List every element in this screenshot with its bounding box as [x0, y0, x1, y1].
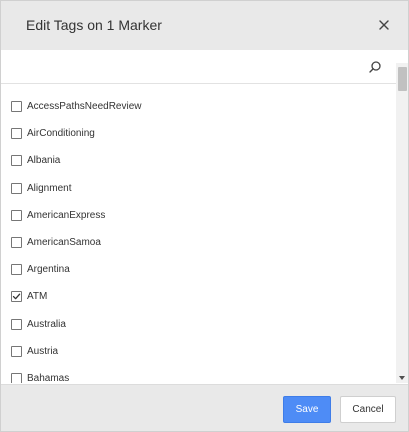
tag-list-item[interactable]: Australia: [1, 311, 395, 338]
edit-tags-dialog: Edit Tags on 1 Marker AccessPathsNeedRev…: [0, 0, 409, 432]
tag-checkbox[interactable]: [11, 101, 22, 113]
dialog-header: Edit Tags on 1 Marker: [1, 1, 408, 50]
tag-label: Alignment: [27, 182, 72, 194]
close-icon: [379, 20, 389, 30]
tag-label: AmericanExpress: [27, 209, 106, 221]
tag-label: ATM: [27, 291, 48, 303]
search-bar: [1, 50, 408, 84]
tag-label: Australia: [27, 318, 66, 330]
dialog-footer: Save Cancel: [1, 384, 408, 431]
tag-list-item[interactable]: AccessPathsNeedReview: [1, 93, 395, 120]
tag-label: AirConditioning: [27, 128, 95, 140]
tag-list-item[interactable]: AmericanSamoa: [1, 229, 395, 256]
tag-search-input[interactable]: [1, 50, 361, 83]
tag-checkbox[interactable]: [11, 291, 22, 303]
tag-checkbox[interactable]: [11, 237, 22, 249]
cancel-button[interactable]: Cancel: [340, 396, 396, 423]
tag-checkbox[interactable]: [11, 155, 22, 167]
tag-list-item[interactable]: Alignment: [1, 175, 395, 202]
scroll-down-arrow-icon[interactable]: [399, 376, 405, 380]
tag-label: Argentina: [27, 264, 70, 276]
tag-list-item[interactable]: Austria: [1, 338, 395, 365]
tag-checkbox[interactable]: [11, 318, 22, 330]
tag-list-item[interactable]: Albania: [1, 147, 395, 174]
tag-list-item[interactable]: ATM: [1, 283, 395, 310]
tag-list: AccessPathsNeedReview AirConditioning Alba…: [1, 85, 408, 383]
tag-label: Albania: [27, 155, 61, 167]
tag-label: Bahamas: [27, 372, 70, 383]
tag-list-item[interactable]: Bahamas: [1, 365, 395, 383]
tag-checkbox[interactable]: [11, 345, 22, 357]
tag-checkbox[interactable]: [11, 264, 22, 276]
tag-checkbox[interactable]: [11, 209, 22, 221]
search-icon[interactable]: [368, 60, 382, 74]
tag-list-item[interactable]: AmericanExpress: [1, 202, 395, 229]
checkmark-icon: [12, 293, 21, 300]
tag-label: AmericanSamoa: [27, 237, 101, 249]
tag-list-item[interactable]: Argentina: [1, 256, 395, 283]
tag-checkbox[interactable]: [11, 182, 22, 194]
tag-checkbox[interactable]: [11, 128, 22, 140]
tag-list-item[interactable]: AirConditioning: [1, 120, 395, 147]
tag-checkbox[interactable]: [11, 372, 22, 383]
close-button[interactable]: [371, 13, 397, 37]
scrollbar-thumb[interactable]: [398, 67, 407, 91]
tag-label: AccessPathsNeedReview: [27, 101, 142, 113]
tag-label: Austria: [27, 345, 59, 357]
save-button[interactable]: Save: [283, 396, 331, 423]
tag-list-scrollbar[interactable]: [396, 63, 408, 383]
dialog-title: Edit Tags on 1 Marker: [26, 17, 162, 33]
